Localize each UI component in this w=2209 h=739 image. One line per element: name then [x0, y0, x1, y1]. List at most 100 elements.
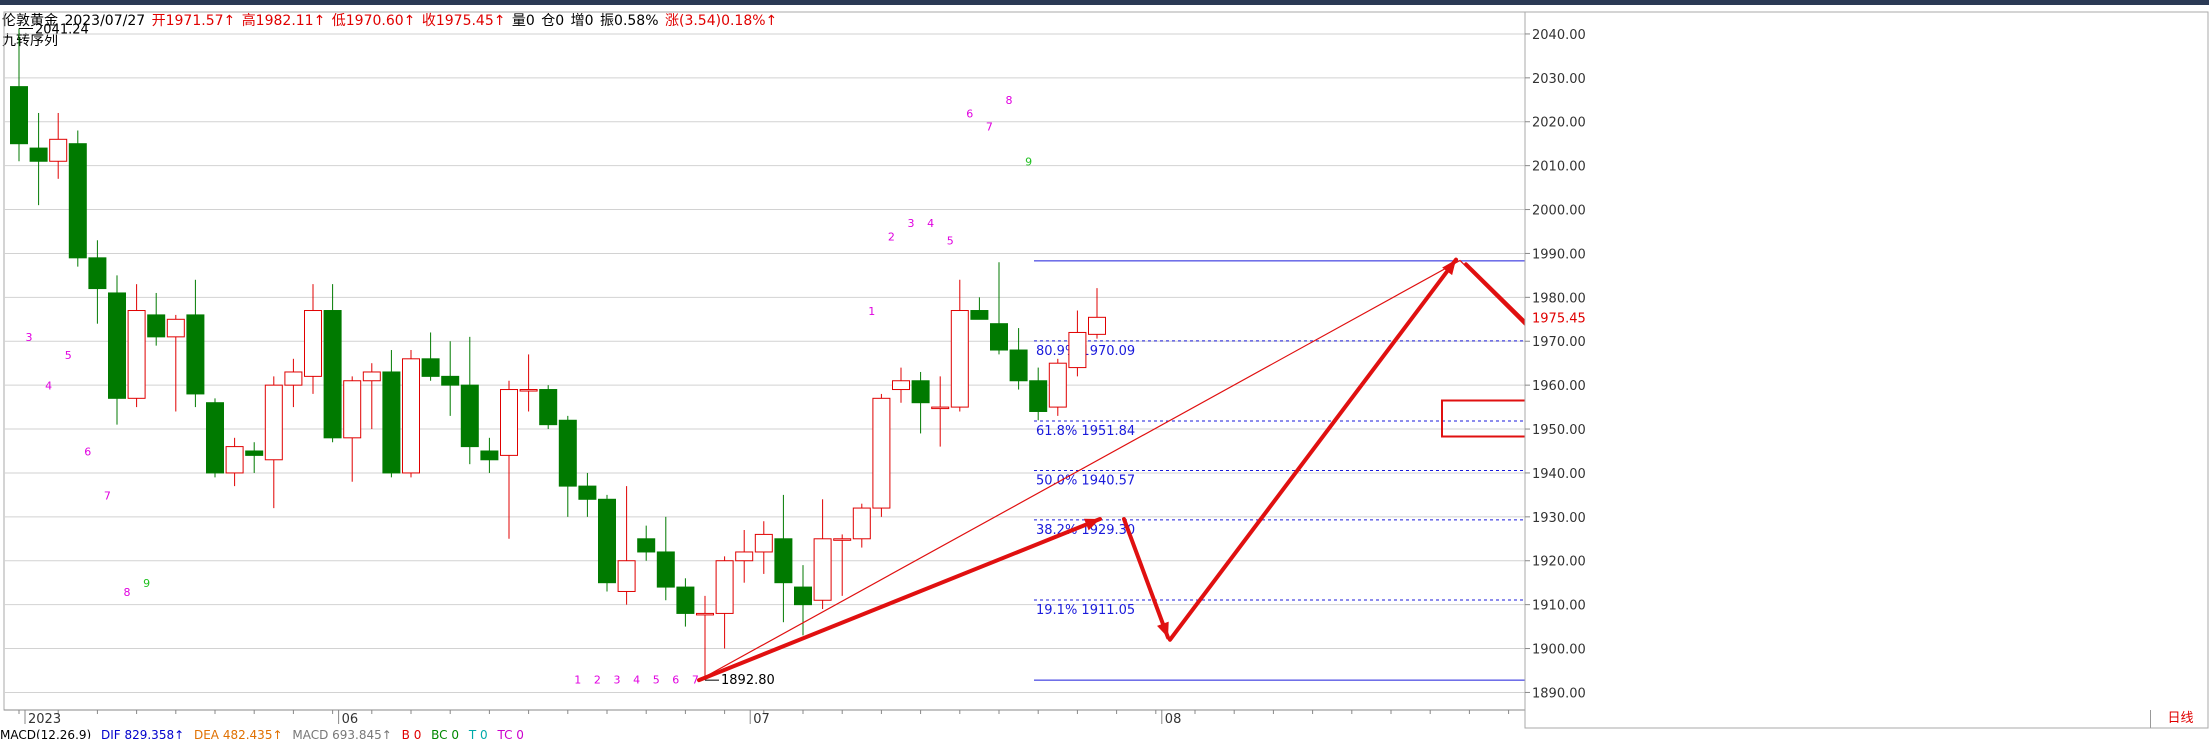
candle-up — [1088, 316, 1106, 335]
grid — [3, 11, 1526, 711]
candle-up — [852, 507, 871, 540]
nine-turn-count: 5 — [65, 349, 72, 362]
low-label: 1892.80 — [721, 673, 775, 688]
nine-turn-count: 6 — [966, 107, 973, 120]
fibonacci-retracement: 80.9% 1970.0961.8% 1951.8450.0% 1940.573… — [1034, 260, 1536, 681]
nine-turn-count: 8 — [124, 586, 131, 599]
arrow-main-up — [1168, 257, 1458, 642]
x-tick-label: 06 — [342, 712, 359, 727]
candle-down — [29, 147, 48, 162]
fib-level-label: 19.1% 1911.05 — [1036, 603, 1135, 618]
candle-down — [382, 371, 401, 474]
x-tick-label: 2023 — [28, 712, 61, 727]
candle-up — [1068, 331, 1087, 369]
candle-up — [284, 371, 303, 386]
y-tick-label: 2020.00 — [1532, 116, 1586, 131]
nine-turn-count: 3 — [908, 217, 915, 230]
candle-up — [813, 538, 832, 601]
candle-up — [696, 612, 714, 616]
y-tick-label: 1930.00 — [1532, 511, 1586, 526]
candle-down — [88, 257, 107, 290]
candle-down — [676, 586, 695, 614]
candle-down — [1029, 380, 1048, 412]
candle-down — [539, 389, 558, 426]
candlestick-chart[interactable]: 2023 06 07 08 80.9% 1970.0961.8% 1951.8450.… — [0, 0, 2209, 739]
macd-name: MACD(12,26,9) — [0, 728, 92, 739]
candle-up — [617, 560, 636, 592]
candle-up — [402, 358, 420, 474]
last-price-label: 1975.45 — [1532, 311, 1586, 326]
nine-turn-count: 5 — [947, 235, 954, 248]
x-tick-label: 08 — [1165, 712, 1182, 727]
nine-turn-count: 3 — [26, 331, 33, 344]
nine-turn-count: 8 — [1006, 94, 1013, 107]
macd-value: MACD 693.845↑ — [292, 728, 392, 739]
arrow-first-down — [1122, 517, 1170, 640]
candle-down — [108, 292, 126, 399]
y-tick-label: 1900.00 — [1532, 643, 1586, 658]
candle-up — [931, 406, 950, 410]
candle-up — [833, 538, 852, 541]
y-tick-label: 2010.00 — [1532, 160, 1586, 175]
nine-turn-count: 2 — [594, 674, 601, 687]
candle-up — [166, 318, 185, 338]
candle-down — [1009, 349, 1028, 382]
nine-turn-count: 5 — [653, 674, 660, 687]
macd-dea: DEA 482.435↑ — [193, 728, 283, 739]
candle-down — [323, 310, 342, 439]
y-tick-label: 1960.00 — [1532, 379, 1586, 394]
candle-up — [362, 371, 381, 382]
nine-turn-count: 7 — [986, 121, 993, 134]
candle-down — [990, 323, 1008, 351]
price-axis[interactable]: 2040.00 2030.00 2020.00 2010.00 2000.00 1990.… — [1524, 11, 2209, 729]
period-tab-daily[interactable]: 日线 — [2150, 710, 2209, 728]
candle-down — [598, 498, 616, 584]
candle-down — [911, 380, 930, 404]
candle-down — [245, 450, 264, 456]
high-label: 2041.24 — [35, 23, 89, 38]
y-tick-label: 1920.00 — [1532, 555, 1586, 570]
macd-b: B 0 — [401, 728, 422, 739]
candle-up — [715, 560, 734, 614]
macd-indicator-strip: MACD(12,26,9) DIF 829.358↑ DEA 482.435↑ … — [0, 728, 2209, 739]
candle-up — [500, 389, 518, 456]
price-axis-panel — [1524, 11, 2209, 729]
candle-up — [872, 397, 891, 509]
candle-up — [49, 138, 68, 162]
candle-up — [304, 310, 322, 377]
macd-t: T 0 — [468, 728, 488, 739]
y-tick-label: 1940.00 — [1532, 467, 1586, 482]
nine-turn-count: 9 — [1025, 156, 1032, 169]
candle-down — [186, 314, 205, 395]
y-tick-label: 1990.00 — [1532, 247, 1586, 262]
candle-down — [970, 310, 989, 320]
nine-turn-count: 6 — [672, 674, 679, 687]
nine-turn-count: 3 — [614, 674, 621, 687]
nine-turn-count: 9 — [143, 577, 150, 590]
candle-down — [460, 384, 479, 448]
macd-tc: TC 0 — [497, 728, 524, 739]
candle-down — [794, 586, 812, 606]
fib-level-label: 61.8% 1951.84 — [1036, 424, 1135, 439]
candle-up — [343, 380, 362, 439]
candle-up — [127, 310, 146, 399]
arrow-first-down-head — [1157, 621, 1169, 638]
y-tick-label: 2040.00 — [1532, 28, 1586, 43]
candle-down — [206, 402, 224, 474]
plot-frame — [3, 11, 1526, 711]
nine-turn-count: 1 — [868, 305, 875, 318]
x-axis: 2023 06 07 08 — [4, 709, 1525, 727]
nine-turn-count: 6 — [84, 445, 91, 458]
candle-up — [225, 446, 244, 474]
candle-down — [441, 375, 460, 386]
candle-up — [264, 384, 283, 461]
candle-up — [892, 380, 910, 391]
candle-down — [578, 485, 597, 500]
y-tick-label: 2000.00 — [1532, 204, 1586, 219]
candle-down — [558, 419, 577, 487]
y-tick-label: 1910.00 — [1532, 599, 1586, 614]
candle-down — [774, 538, 793, 584]
macd-bc: BC 0 — [431, 728, 460, 739]
candle-up — [754, 533, 773, 553]
candle-down — [480, 450, 499, 461]
